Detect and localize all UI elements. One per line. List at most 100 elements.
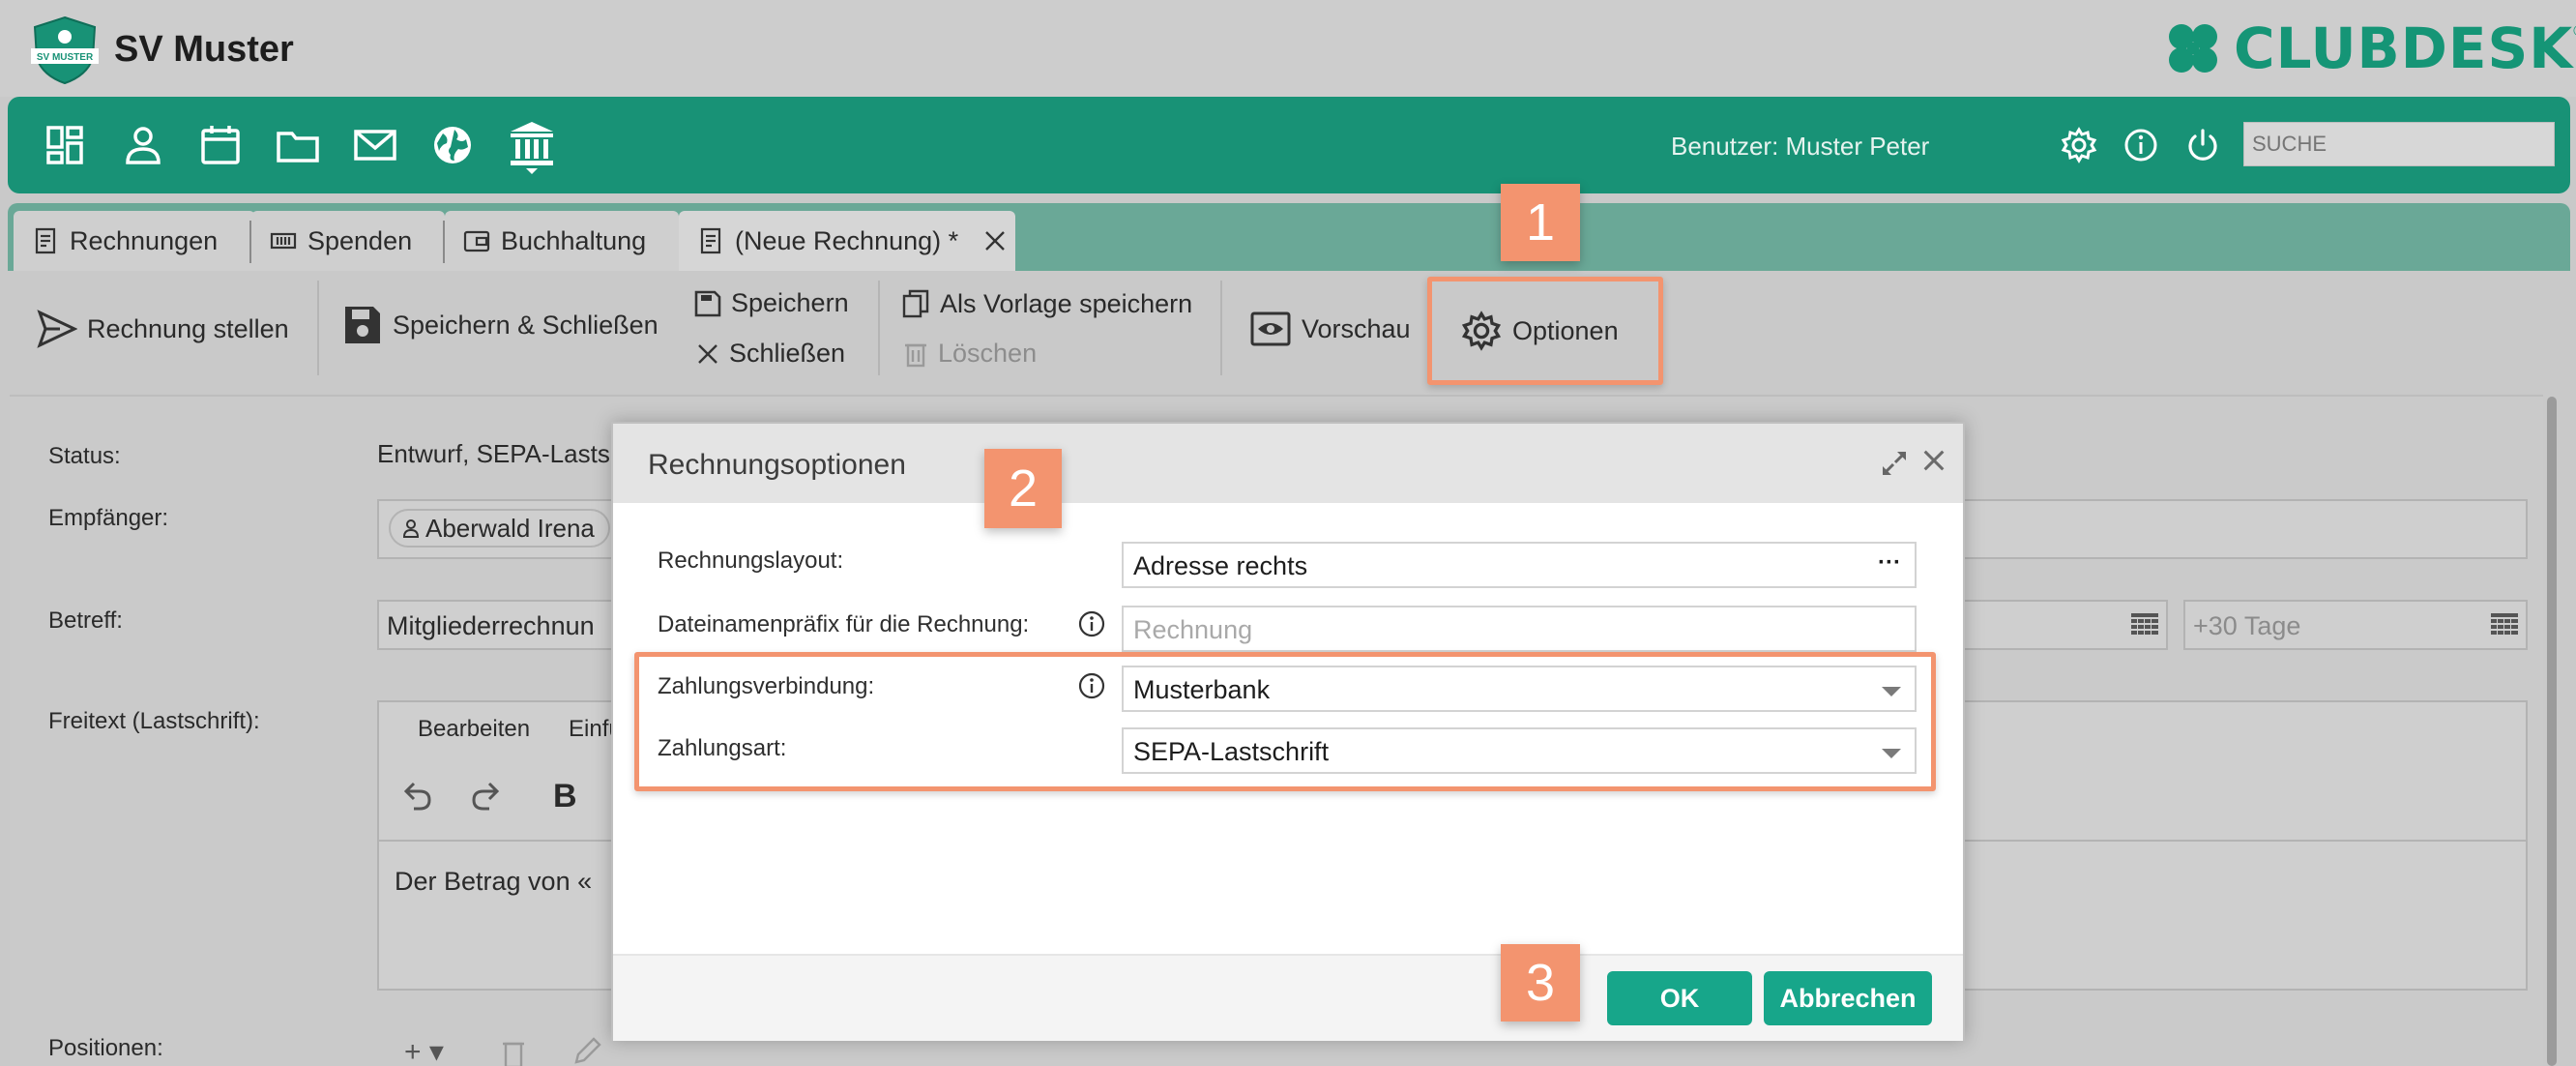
tab-buchhaltung[interactable]: Buchhaltung	[445, 211, 679, 271]
info-icon[interactable]	[1077, 609, 1106, 638]
toolbar: Rechnung stellen Speichern & Schließen S…	[8, 271, 2570, 389]
save-close-label: Speichern & Schließen	[393, 310, 659, 340]
preview-icon	[1250, 311, 1291, 346]
power-icon[interactable]	[2183, 126, 2222, 164]
send-icon	[37, 310, 77, 348]
clubdesk-brand[interactable]: CLUBDESK ®	[2162, 15, 2576, 81]
calendar-icon[interactable]	[197, 122, 244, 168]
undo-icon[interactable]	[400, 778, 435, 813]
invoice-icon	[700, 227, 721, 254]
recipient-label: Empfänger:	[48, 505, 169, 531]
redo-icon[interactable]	[468, 778, 503, 813]
close-label: Schließen	[729, 339, 846, 368]
layout-select[interactable]: Adresse rechts ···	[1122, 542, 1917, 588]
layout-value: Adresse rechts	[1133, 551, 1308, 580]
tab-rechnungen[interactable]: Rechnungen	[14, 211, 255, 271]
trash-icon	[905, 343, 926, 367]
save-icon	[345, 307, 380, 343]
options-highlight	[1427, 277, 1663, 385]
due-date-field[interactable]: +30 Tage	[2183, 600, 2528, 650]
tab-label: Spenden	[307, 225, 413, 255]
logo-text: SV MUSTER	[37, 52, 94, 63]
wallet-icon	[463, 230, 490, 252]
dialog-close-icon[interactable]	[1920, 447, 1947, 474]
save-template-button[interactable]: Als Vorlage speichern	[901, 288, 1192, 319]
dashboard-icon[interactable]	[43, 122, 89, 168]
recipient-chip[interactable]: Aberwald Irena	[389, 509, 610, 548]
add-position-icon[interactable]: + ▾	[404, 1035, 444, 1066]
dialog-header: Rechnungsoptionen	[613, 424, 1963, 503]
dialog-title: Rechnungsoptionen	[648, 449, 906, 481]
delete-label: Löschen	[938, 339, 1038, 368]
status-value: Entwurf, SEPA-Lasts	[377, 439, 610, 468]
callout-3: 3	[1501, 944, 1580, 1022]
calendar-grid-icon[interactable]	[2491, 613, 2518, 638]
brand-name: CLUBDESK	[2234, 15, 2574, 81]
due-date-placeholder: +30 Tage	[2193, 611, 2301, 640]
save-label: Speichern	[731, 288, 849, 317]
callout-2: 2	[984, 449, 1062, 528]
more-icon[interactable]: ···	[1878, 549, 1901, 577]
prefix-label: Dateinamenpräfix für die Rechnung:	[658, 611, 1030, 637]
calendar-grid-icon[interactable]	[2131, 613, 2158, 638]
subject-label: Betreff:	[48, 607, 123, 634]
current-user: Benutzer: Muster Peter	[1671, 132, 1930, 161]
callout-1: 1	[1501, 184, 1580, 261]
bank-icon[interactable]	[507, 118, 557, 176]
tab-strip: Rechnungen Spenden Buchhaltung (Neue Rec…	[8, 203, 2570, 271]
send-invoice-button[interactable]: Rechnung stellen	[37, 310, 289, 348]
person-icon	[402, 519, 420, 538]
search-input[interactable]	[2243, 122, 2555, 166]
send-invoice-label: Rechnung stellen	[87, 313, 289, 343]
folder-icon[interactable]	[275, 122, 321, 168]
globe-icon[interactable]	[429, 122, 476, 168]
donation-icon	[270, 232, 297, 250]
save-icon	[694, 290, 721, 316]
close-button[interactable]: Schließen	[696, 339, 845, 369]
tab-spenden[interactable]: Spenden	[251, 211, 445, 271]
close-tab-icon[interactable]	[983, 229, 1007, 252]
edit-icon[interactable]	[572, 1037, 601, 1066]
tab-neue-rechnung[interactable]: (Neue Rechnung) *	[679, 211, 1015, 271]
save-template-label: Als Vorlage speichern	[940, 288, 1193, 318]
info-icon[interactable]	[2122, 126, 2160, 164]
clover-logo-icon	[2169, 24, 2217, 73]
payment-fields-highlight	[634, 652, 1936, 791]
prefix-input[interactable]: Rechnung	[1122, 606, 1917, 652]
preview-button[interactable]: Vorschau	[1249, 310, 1411, 348]
toolbar-separator	[878, 281, 880, 375]
delete-button[interactable]: Löschen	[903, 339, 1037, 369]
save-button[interactable]: Speichern	[694, 288, 849, 318]
ok-button[interactable]: OK	[1607, 971, 1752, 1025]
copy-icon	[902, 289, 929, 318]
cancel-button[interactable]: Abbrechen	[1764, 971, 1932, 1025]
club-name: SV Muster	[114, 29, 294, 70]
mail-icon[interactable]	[352, 122, 398, 168]
toolbar-separator	[1220, 281, 1222, 375]
close-icon	[698, 343, 717, 364]
editor-menu-edit[interactable]: Bearbeiten	[418, 716, 530, 743]
invoice-icon	[35, 227, 56, 254]
status-label: Status:	[48, 443, 121, 469]
scrollbar-thumb[interactable]	[2547, 397, 2557, 1066]
positions-label: Positionen:	[48, 1035, 163, 1061]
tab-label: Rechnungen	[70, 225, 219, 255]
subject-value: Mitgliederrechnun	[387, 611, 595, 640]
preview-label: Vorschau	[1302, 313, 1411, 343]
tab-label: (Neue Rechnung) *	[735, 225, 959, 255]
toolbar-separator	[317, 281, 319, 375]
recipient-chip-label: Aberwald Irena	[425, 513, 595, 543]
date-field[interactable]	[1934, 600, 2168, 650]
layout-label: Rechnungslayout:	[658, 548, 844, 574]
gear-icon[interactable]	[2060, 126, 2098, 164]
editor-text: Der Betrag von «	[395, 867, 593, 896]
expand-icon[interactable]	[1880, 449, 1909, 478]
freetext-label: Freitext (Lastschrift):	[48, 708, 260, 734]
trash-icon[interactable]	[501, 1039, 526, 1066]
save-close-button[interactable]: Speichern & Schließen	[342, 304, 659, 346]
person-icon[interactable]	[120, 122, 166, 168]
bold-button[interactable]: B	[553, 778, 577, 815]
main-navbar: Benutzer: Muster Peter	[8, 97, 2570, 193]
club-logo[interactable]: SV MUSTER	[29, 15, 101, 85]
dialog-footer	[613, 954, 1963, 1041]
